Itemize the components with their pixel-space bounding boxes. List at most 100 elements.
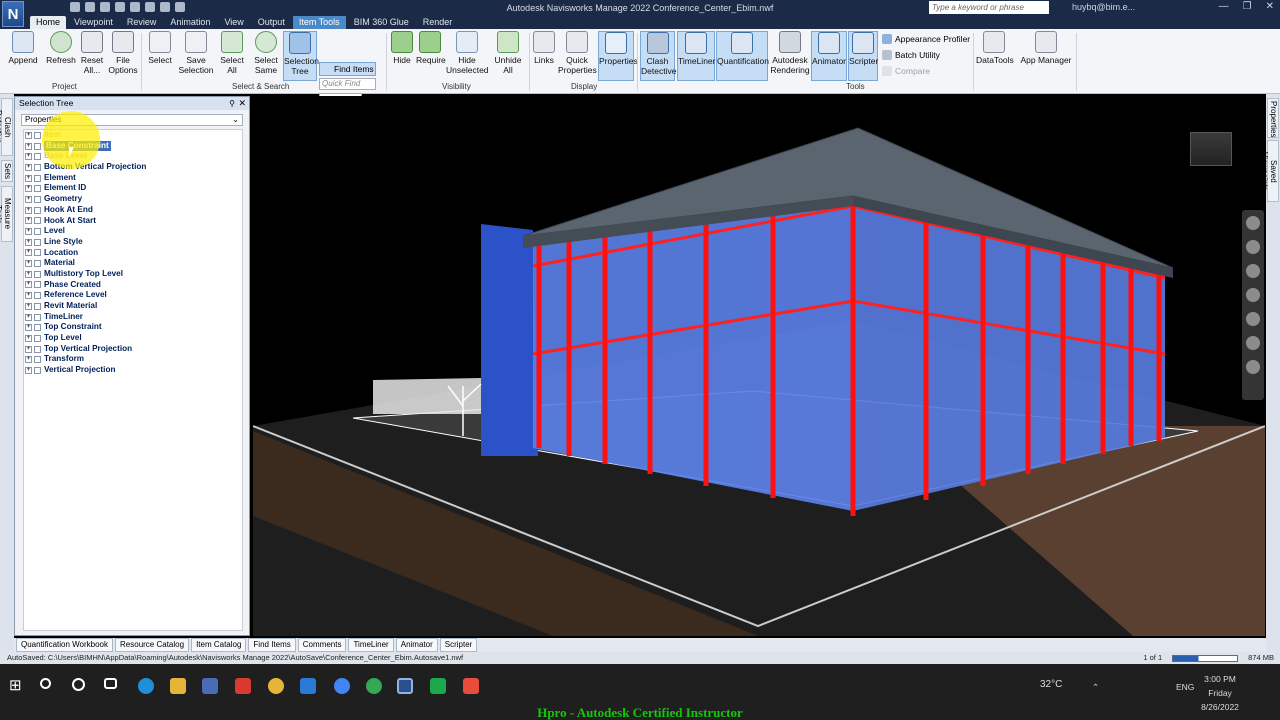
- chrome-profile-2-icon[interactable]: [366, 678, 382, 694]
- tree-item[interactable]: + Vertical Projection: [24, 365, 242, 376]
- expand-icon[interactable]: +: [25, 345, 32, 353]
- help-search-input[interactable]: Type a keyword or phrase: [929, 1, 1049, 14]
- tree-item[interactable]: + Transform: [24, 354, 242, 365]
- refresh-button[interactable]: Refresh: [44, 31, 78, 81]
- panel-label-project[interactable]: Project: [52, 82, 77, 91]
- vtab-saved-viewpoints[interactable]: Saved Viewpoints: [1260, 140, 1279, 202]
- orbit-icon[interactable]: [1246, 288, 1260, 302]
- acrobat-icon[interactable]: [235, 678, 251, 694]
- batch-utility-button[interactable]: Batch Utility: [882, 50, 940, 60]
- quick-properties-button[interactable]: Quick Properties: [558, 31, 597, 81]
- properties-button[interactable]: Properties: [598, 31, 638, 81]
- animator-button[interactable]: Animator: [811, 31, 847, 81]
- expand-icon[interactable]: +: [25, 270, 32, 278]
- autodesk-rendering-button[interactable]: Autodesk Rendering: [770, 31, 810, 81]
- expand-icon[interactable]: +: [25, 260, 32, 268]
- expand-icon[interactable]: +: [25, 238, 32, 246]
- file-options-button[interactable]: File Options: [106, 31, 140, 81]
- minimize-icon[interactable]: —: [1219, 1, 1229, 12]
- mail-icon[interactable]: [300, 678, 316, 694]
- tab-viewpoint[interactable]: Viewpoint: [68, 16, 119, 29]
- bottom-tab-item-catalog[interactable]: Item Catalog: [191, 638, 247, 652]
- vtab-properties[interactable]: Properties: [1267, 98, 1279, 138]
- expand-icon[interactable]: +: [25, 174, 32, 182]
- reset-all-button[interactable]: Reset All...: [78, 31, 106, 81]
- require-button[interactable]: Require: [416, 31, 446, 81]
- tree-item[interactable]: + Element ID: [24, 183, 242, 194]
- expand-icon[interactable]: +: [25, 302, 32, 310]
- tab-review[interactable]: Review: [121, 16, 163, 29]
- appearance-profiler-button[interactable]: Appearance Profiler: [882, 34, 970, 44]
- expand-icon[interactable]: +: [25, 334, 32, 342]
- bottom-tab-timeliner[interactable]: TimeLiner: [348, 638, 394, 652]
- user-account[interactable]: huybq@bim.e...: [1072, 2, 1135, 12]
- bottom-tab-comments[interactable]: Comments: [297, 638, 347, 652]
- expand-icon[interactable]: +: [25, 185, 32, 193]
- calculator-icon[interactable]: [202, 678, 218, 694]
- expand-icon[interactable]: +: [25, 153, 32, 161]
- vtab-clash-detective[interactable]: Clash Detective: [0, 98, 13, 156]
- clock-day[interactable]: Friday: [1200, 688, 1240, 698]
- datatools-button[interactable]: DataTools: [976, 31, 1014, 81]
- tree-item[interactable]: + Hook At End: [24, 205, 242, 216]
- tree-item[interactable]: + Top Vertical Projection: [24, 344, 242, 355]
- expand-icon[interactable]: +: [25, 163, 32, 171]
- steering-wheel-icon[interactable]: [1246, 216, 1260, 230]
- bottom-tab-quantification-workbook[interactable]: Quantification Workbook: [16, 638, 114, 652]
- expand-icon[interactable]: +: [25, 142, 32, 150]
- tree-item[interactable]: + Phase Created: [24, 280, 242, 291]
- tree-item[interactable]: + Reference Level: [24, 290, 242, 301]
- application-menu-button[interactable]: N: [2, 1, 24, 27]
- camtasia-icon[interactable]: [430, 678, 446, 694]
- viewcube[interactable]: [1190, 132, 1232, 166]
- task-view-icon[interactable]: [104, 678, 117, 689]
- language-indicator[interactable]: ENG: [1176, 682, 1194, 692]
- restore-icon[interactable]: ❐: [1243, 1, 1252, 12]
- scripter-button[interactable]: Scripter: [848, 31, 878, 81]
- 3d-viewport[interactable]: [253, 96, 1265, 636]
- links-button[interactable]: Links: [532, 31, 556, 81]
- expand-icon[interactable]: +: [25, 366, 32, 374]
- expand-icon[interactable]: +: [25, 195, 32, 203]
- tab-bim-360-glue[interactable]: BIM 360 Glue: [348, 16, 415, 29]
- select-button[interactable]: Select: [145, 31, 175, 81]
- file-explorer-icon[interactable]: [170, 678, 186, 694]
- vtab-measure-tools[interactable]: Measure Tools: [0, 186, 13, 242]
- navisworks-taskbar-icon[interactable]: [397, 678, 413, 694]
- expand-icon[interactable]: +: [25, 292, 32, 300]
- edge-icon[interactable]: [138, 678, 154, 694]
- quick-find-input[interactable]: Quick Find: [319, 78, 376, 90]
- unhide-all-button[interactable]: Unhide All: [492, 31, 524, 81]
- bottom-tab-find-items[interactable]: Find Items: [248, 638, 296, 652]
- vtab-sets[interactable]: Sets: [1, 160, 13, 182]
- tree-item[interactable]: + Line Style: [24, 237, 242, 248]
- tab-output[interactable]: Output: [252, 16, 291, 29]
- recorder-icon[interactable]: [463, 678, 479, 694]
- hide-button[interactable]: Hide: [389, 31, 415, 81]
- panel-close-icon[interactable]: ✕: [238, 97, 246, 110]
- zoom-icon[interactable]: [1246, 264, 1260, 278]
- pan-hand-icon[interactable]: [1246, 240, 1260, 254]
- hide-unselected-button[interactable]: Hide Unselected: [446, 31, 489, 81]
- tray-chevron-icon[interactable]: ⌃: [1092, 682, 1099, 692]
- chrome-icon[interactable]: [268, 678, 284, 694]
- tab-render[interactable]: Render: [417, 16, 459, 29]
- tree-item[interactable]: + Revit Material: [24, 301, 242, 312]
- save-selection-button[interactable]: Save Selection: [177, 31, 215, 81]
- expand-icon[interactable]: +: [25, 281, 32, 289]
- find-items-button[interactable]: Find Items: [319, 62, 376, 76]
- tree-item[interactable]: + Level: [24, 226, 242, 237]
- tree-item[interactable]: + Multistory Top Level: [24, 269, 242, 280]
- search-icon[interactable]: [40, 678, 51, 689]
- tab-animation[interactable]: Animation: [164, 16, 216, 29]
- expand-icon[interactable]: +: [25, 356, 32, 364]
- app-manager-button[interactable]: App Manager: [1020, 31, 1072, 81]
- tree-item[interactable]: + Element: [24, 173, 242, 184]
- selection-tree-button[interactable]: Selection Tree: [283, 31, 319, 81]
- pin-icon[interactable]: ⚲: [229, 97, 235, 110]
- compare-button[interactable]: Compare: [882, 66, 930, 76]
- quantification-button[interactable]: Quantification: [716, 31, 769, 81]
- look-icon[interactable]: [1246, 312, 1260, 326]
- panel-label-select-search[interactable]: Select & Search: [232, 82, 289, 91]
- tab-home[interactable]: Home: [30, 16, 67, 29]
